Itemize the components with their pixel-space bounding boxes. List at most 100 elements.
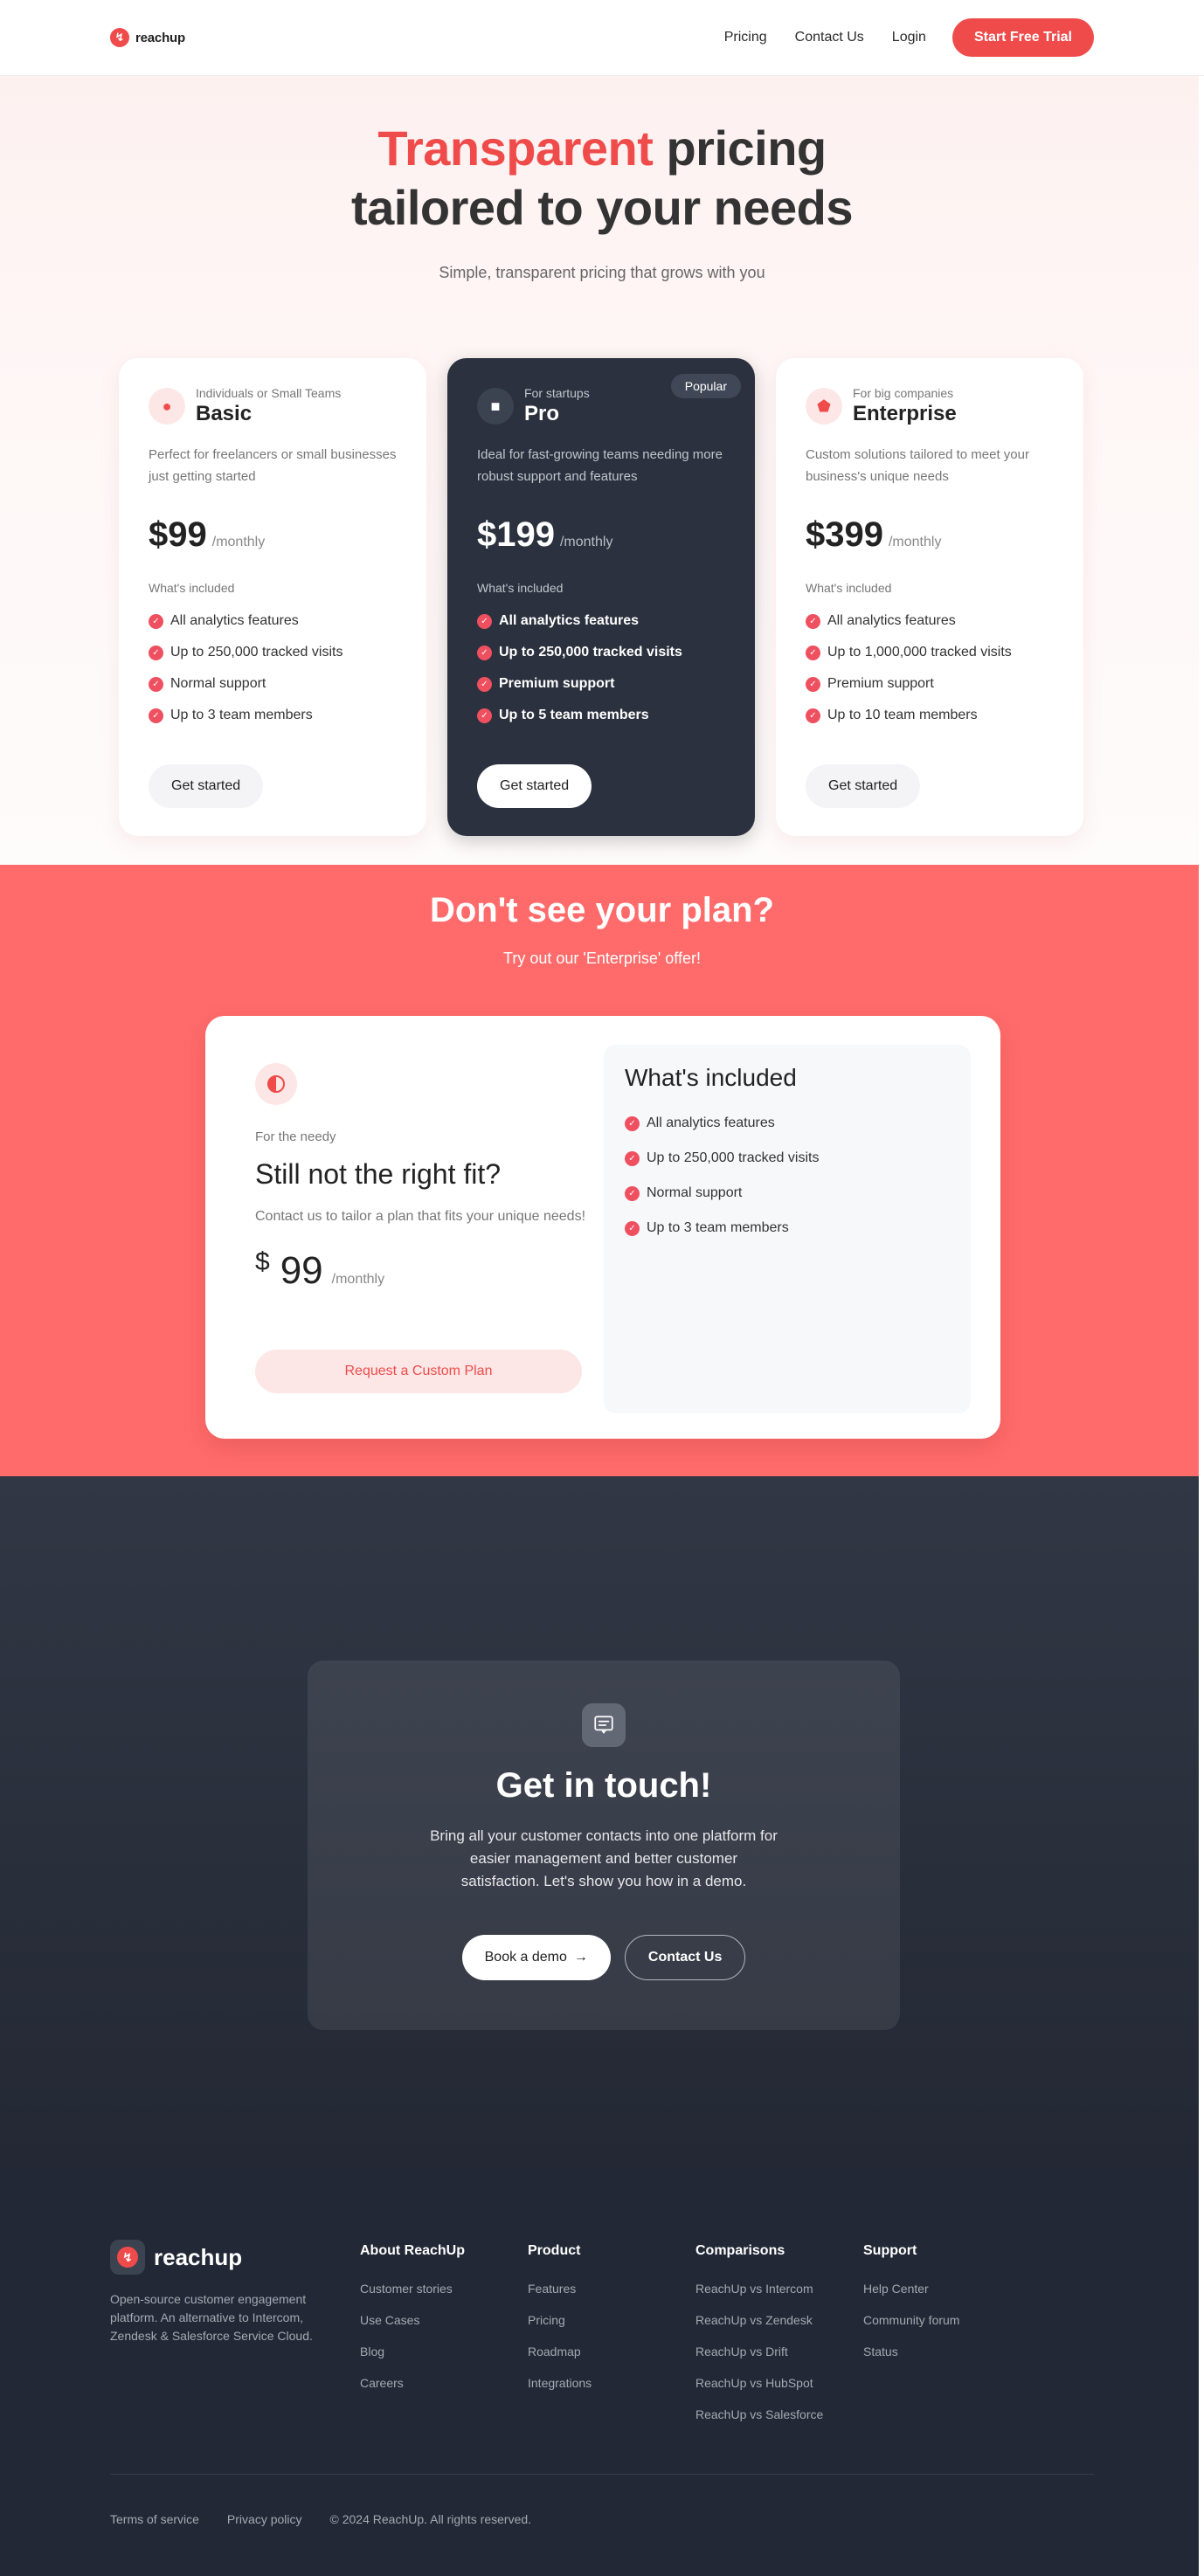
hero-title-line-2: tailored to your needs xyxy=(351,180,854,235)
custom-plan-included-title: What's included xyxy=(625,1064,797,1091)
contact-title: Get in touch! xyxy=(495,1766,712,1805)
price-period: /monthly xyxy=(331,1272,385,1287)
brand-logo[interactable]: ↯ reachup xyxy=(110,28,185,47)
feature-label: Up to 5 team members xyxy=(499,708,649,722)
get-started-button-basic[interactable]: Get started xyxy=(149,764,264,808)
feature-list: ✓ All analytics features ✓ Up to 250,000 t… xyxy=(149,605,397,731)
footer-link[interactable]: ReachUp vs Zendesk xyxy=(695,2304,863,2336)
included-label: What's included xyxy=(806,581,892,595)
plan-name: Basic xyxy=(196,402,253,425)
footer-logo[interactable]: ↯ reachup xyxy=(110,2240,360,2275)
footer-description: Open-source customer engagement platform… xyxy=(110,2292,313,2343)
feature-item: ✓ All analytics features xyxy=(806,605,1054,637)
footer-column-product: Product Features Pricing Roadmap Integra… xyxy=(528,2240,695,2474)
half-circle-icon xyxy=(255,1063,297,1105)
footer-link[interactable]: Careers xyxy=(360,2367,528,2399)
terms-link[interactable]: Terms of service xyxy=(110,2512,199,2526)
plan-price: $399 xyxy=(806,515,883,554)
nav-link-contact[interactable]: Contact Us xyxy=(795,30,864,45)
popular-badge: Popular xyxy=(670,374,741,398)
feature-item: ✓ Up to 1,000,000 tracked visits xyxy=(806,637,1054,668)
book-demo-button[interactable]: Book a demo → xyxy=(461,1935,611,1980)
feature-item: ✓ Up to 3 team members xyxy=(149,700,397,731)
footer-link[interactable]: Pricing xyxy=(528,2304,695,2336)
footer-link[interactable]: Status xyxy=(863,2336,1031,2367)
plan-period: /monthly xyxy=(888,535,942,549)
footer-link[interactable]: Community forum xyxy=(863,2304,1031,2336)
custom-plan-section: Don't see your plan? Try out our 'Enterp… xyxy=(0,865,1204,1476)
check-icon: ✓ xyxy=(625,1220,640,1236)
nav-link-login[interactable]: Login xyxy=(892,30,926,45)
feature-item: ✓ Up to 5 team members xyxy=(477,700,725,731)
footer-column-support: Support Help Center Community forum Stat… xyxy=(863,2240,1031,2474)
contact-card: Get in touch! Bring all your customer co… xyxy=(308,1661,900,2030)
square-icon: ■ xyxy=(477,388,514,425)
footer-link[interactable]: Blog xyxy=(360,2336,528,2367)
custom-plan-features: What's included ✓ All analytics features … xyxy=(604,1045,971,1413)
plan-card-basic: ● Individuals or Small Teams Basic Perfe… xyxy=(119,358,426,836)
check-icon: ✓ xyxy=(806,676,820,692)
included-label: What's included xyxy=(149,581,235,595)
dot-icon: ● xyxy=(149,388,185,425)
footer-link[interactable]: ReachUp vs Drift xyxy=(695,2336,863,2367)
currency-symbol: $ xyxy=(255,1247,270,1276)
contact-section: Get in touch! Bring all your customer co… xyxy=(0,1476,1204,2170)
footer-link[interactable]: ReachUp vs Salesforce xyxy=(695,2399,863,2430)
feature-label: Up to 3 team members xyxy=(647,1220,789,1235)
arrow-right-icon: → xyxy=(573,1950,588,1965)
plan-header: ● Individuals or Small Teams Basic xyxy=(149,386,397,426)
feature-item: ✓ All analytics features xyxy=(625,1106,950,1141)
footer-link[interactable]: Customer stories xyxy=(360,2273,528,2304)
get-started-button-enterprise[interactable]: Get started xyxy=(806,764,921,808)
plan-description: Perfect for freelancers or small busines… xyxy=(149,447,397,484)
privacy-link[interactable]: Privacy policy xyxy=(227,2512,302,2526)
hero-title-accent: Transparent xyxy=(377,121,654,176)
footer-top: ↯ reachup Open-source customer engagemen… xyxy=(110,2170,1094,2474)
feature-label: All analytics features xyxy=(827,613,956,628)
page: ↯ reachup Pricing Contact Us Login Start… xyxy=(0,0,1204,2576)
feature-label: All analytics features xyxy=(499,613,640,628)
plan-price: $199 xyxy=(477,515,555,554)
check-icon: ✓ xyxy=(149,645,163,660)
custom-plan-subtitle: Try out our 'Enterprise' offer! xyxy=(503,950,701,967)
plan-kicker: For startups xyxy=(524,386,590,400)
contact-description: Bring all your customer contacts into on… xyxy=(430,1827,778,1889)
check-icon: ✓ xyxy=(477,613,492,629)
message-icon xyxy=(582,1703,626,1747)
plan-name: Enterprise xyxy=(853,402,957,425)
feature-item: ✓ Up to 250,000 tracked visits xyxy=(625,1141,950,1176)
footer-link[interactable]: Roadmap xyxy=(528,2336,695,2367)
plan-price: $99 xyxy=(149,515,207,554)
footer-link[interactable]: Features xyxy=(528,2273,695,2304)
feature-item: ✓ Up to 250,000 tracked visits xyxy=(149,637,397,668)
request-custom-plan-button[interactable]: Request a Custom Plan xyxy=(255,1350,582,1393)
check-icon: ✓ xyxy=(625,1115,640,1131)
plan-description: Custom solutions tailored to meet your b… xyxy=(806,447,1029,484)
top-nav: ↯ reachup Pricing Contact Us Login Start… xyxy=(0,0,1204,76)
feature-label: Up to 250,000 tracked visits xyxy=(170,645,343,660)
footer-column-about: About ReachUp Customer stories Use Cases… xyxy=(360,2240,528,2474)
start-free-trial-button[interactable]: Start Free Trial xyxy=(951,18,1094,57)
plan-card-enterprise: ⬟ For big companies Enterprise Custom so… xyxy=(776,358,1083,836)
feature-label: Up to 250,000 tracked visits xyxy=(647,1150,820,1165)
reachup-logo-icon: ↯ xyxy=(110,2240,145,2275)
plan-period: /monthly xyxy=(559,535,613,549)
feature-item: ✓ All analytics features xyxy=(477,605,725,637)
footer-link[interactable]: Integrations xyxy=(528,2367,695,2399)
nav-link-pricing[interactable]: Pricing xyxy=(724,30,767,45)
check-icon: ✓ xyxy=(477,645,492,660)
footer-brand: ↯ reachup Open-source customer engagemen… xyxy=(110,2240,360,2474)
check-icon: ✓ xyxy=(149,613,163,629)
footer-link[interactable]: Help Center xyxy=(863,2273,1031,2304)
plan-description: Ideal for fast-growing teams needing mor… xyxy=(477,447,723,484)
feature-item: ✓ Up to 3 team members xyxy=(625,1211,950,1246)
footer-link[interactable]: Use Cases xyxy=(360,2304,528,2336)
plan-card-pro: Popular ■ For startups Pro Ideal for fas… xyxy=(447,358,755,836)
footer-link[interactable]: ReachUp vs HubSpot xyxy=(695,2367,863,2399)
get-started-button-pro[interactable]: Get started xyxy=(477,764,592,808)
feature-item: ✓ Premium support xyxy=(806,668,1054,700)
feature-item: ✓ Up to 10 team members xyxy=(806,700,1054,731)
footer-link[interactable]: ReachUp vs Intercom xyxy=(695,2273,863,2304)
check-icon: ✓ xyxy=(477,708,492,723)
contact-us-button[interactable]: Contact Us xyxy=(624,1935,746,1980)
